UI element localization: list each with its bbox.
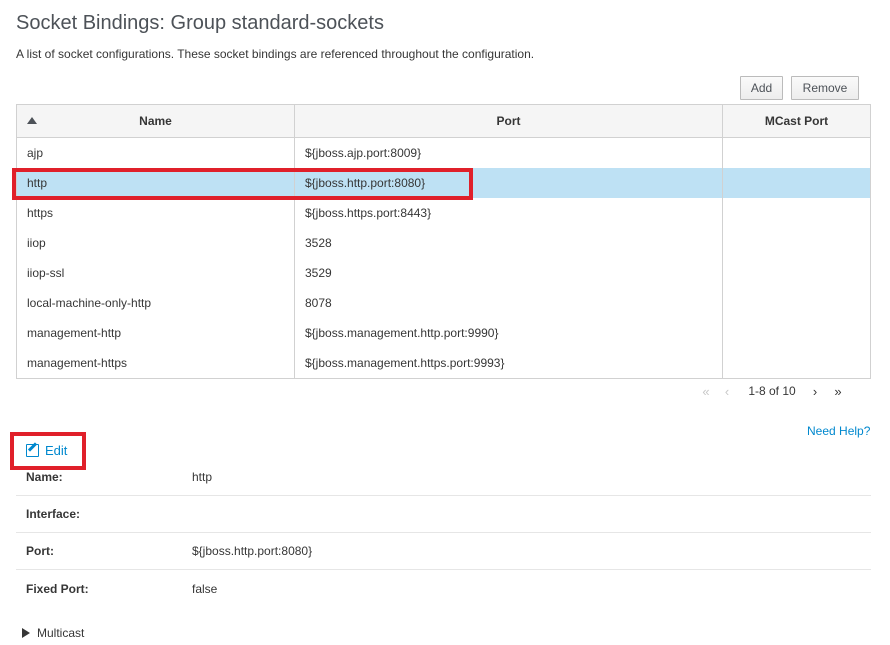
cell-port: 3529	[295, 258, 723, 288]
detail-row-fixed-port: Fixed Port: false	[16, 570, 871, 607]
cell-port: 3528	[295, 228, 723, 258]
multicast-label: Multicast	[37, 626, 85, 640]
edit-link[interactable]: Edit	[26, 443, 67, 458]
table-row[interactable]: https ${jboss.https.port:8443}	[17, 198, 870, 228]
last-page-icon[interactable]: »	[825, 384, 851, 399]
multicast-toggle[interactable]: Multicast	[22, 626, 84, 640]
table-row-selected[interactable]: http ${jboss.http.port:8080}	[17, 168, 870, 198]
cell-mcast-port	[723, 348, 870, 378]
detail-value: false	[192, 581, 218, 596]
table-row[interactable]: iiop 3528	[17, 228, 870, 258]
edit-icon	[26, 444, 39, 457]
cell-port: ${jboss.management.http.port:9990}	[295, 318, 723, 348]
cell-port: ${jboss.https.port:8443}	[295, 198, 723, 228]
cell-name: ajp	[17, 138, 295, 168]
table-row[interactable]: management-https ${jboss.management.http…	[17, 348, 870, 378]
column-header-mcast-port[interactable]: MCast Port	[723, 105, 870, 137]
cell-mcast-port	[723, 318, 870, 348]
table-row[interactable]: ajp ${jboss.ajp.port:8009}	[17, 138, 870, 168]
cell-mcast-port	[723, 228, 870, 258]
detail-value: http	[192, 470, 213, 484]
cell-name: https	[17, 198, 295, 228]
add-button[interactable]: Add	[740, 76, 783, 100]
cell-mcast-port	[723, 138, 870, 168]
cell-mcast-port	[723, 168, 870, 198]
detail-label: Interface:	[26, 507, 81, 521]
details-panel: Name: http Interface: Port: ${jboss.http…	[16, 459, 871, 607]
cell-mcast-port	[723, 198, 870, 228]
cell-port: 8078	[295, 288, 723, 318]
table-row[interactable]: local-machine-only-http 8078	[17, 288, 870, 318]
expand-triangle-icon	[22, 628, 30, 638]
socket-bindings-table: Name Port MCast Port ajp ${jboss.ajp.por…	[16, 104, 871, 379]
first-page-icon[interactable]: «	[697, 384, 715, 399]
cell-name: iiop-ssl	[17, 258, 295, 288]
cell-port: ${jboss.management.https.port:9993}	[295, 348, 723, 378]
page-title: Socket Bindings: Group standard-sockets	[16, 12, 384, 34]
page-range-label: 1-8 of 10	[748, 384, 796, 398]
cell-port: ${jboss.ajp.port:8009}	[295, 138, 723, 168]
cell-name: iiop	[17, 228, 295, 258]
edit-label: Edit	[45, 443, 68, 458]
column-header-port[interactable]: Port	[295, 105, 723, 137]
detail-row-interface: Interface:	[16, 496, 871, 533]
previous-page-icon[interactable]: ‹	[715, 384, 739, 399]
column-header-label: Port	[496, 114, 521, 128]
sort-ascending-icon[interactable]	[27, 117, 37, 124]
column-header-label: Name	[139, 114, 172, 128]
pagination: « ‹ 1-8 of 10 › »	[697, 382, 851, 400]
column-header-label: MCast Port	[764, 114, 829, 128]
cell-name: management-http	[17, 318, 295, 348]
table-row[interactable]: management-http ${jboss.management.http.…	[17, 318, 870, 348]
detail-label: Fixed Port:	[26, 581, 89, 596]
remove-button[interactable]: Remove	[791, 76, 859, 100]
next-page-icon[interactable]: ›	[805, 384, 825, 399]
cell-name: local-machine-only-http	[17, 288, 295, 318]
cell-mcast-port	[723, 258, 870, 288]
detail-value: ${jboss.http.port:8080}	[192, 544, 313, 558]
need-help-link[interactable]: Need Help?	[807, 424, 870, 438]
page-description: A list of socket configurations. These s…	[16, 47, 535, 61]
detail-label: Name:	[26, 470, 63, 484]
cell-name: management-https	[17, 348, 295, 378]
cell-mcast-port	[723, 288, 870, 318]
column-header-name[interactable]: Name	[17, 105, 295, 137]
detail-label: Port:	[26, 544, 54, 558]
cell-name: http	[17, 168, 295, 198]
cell-port: ${jboss.http.port:8080}	[295, 168, 723, 198]
detail-row-name: Name: http	[16, 459, 871, 496]
table-header: Name Port MCast Port	[17, 105, 870, 138]
detail-row-port: Port: ${jboss.http.port:8080}	[16, 533, 871, 570]
table-row[interactable]: iiop-ssl 3529	[17, 258, 870, 288]
